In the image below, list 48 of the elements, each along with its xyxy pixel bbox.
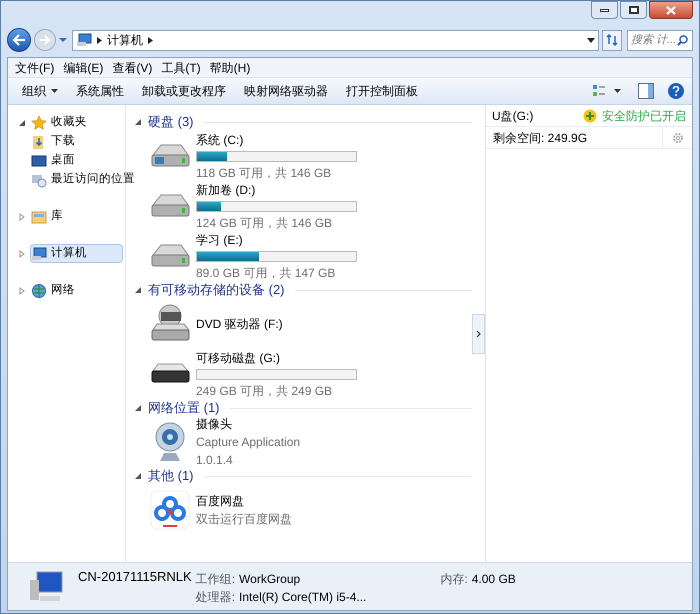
toolbar-button[interactable]: 组织	[16, 80, 64, 102]
item-name[interactable]: 系统 (C:)	[196, 130, 357, 148]
address-path[interactable]: 计算机	[107, 31, 143, 49]
detail-value: Intel(R) Core(TM) i5-4...	[239, 589, 366, 606]
toolbar-button[interactable]: 打开控制面板	[340, 80, 424, 102]
sidebar-item[interactable]: 最近访问的位置	[30, 170, 136, 189]
sidebar-item[interactable]: 库	[30, 207, 123, 226]
menu-item[interactable]: 查看(V)	[109, 58, 156, 76]
item-detail: 124 GB 可用，共 146 GB	[196, 214, 334, 232]
item-detail: 118 GB 可用，共 146 GB	[196, 164, 332, 182]
item-detail: Capture Application	[196, 434, 300, 451]
item-name[interactable]: 摄像头	[196, 415, 300, 433]
detail-value: WorkGroup	[239, 571, 302, 588]
address-bar[interactable]: 计算机	[72, 30, 599, 50]
sidebar-item[interactable]: 网络	[30, 281, 123, 300]
item-name[interactable]: 百度网盘	[196, 492, 292, 510]
item-detail: 89.0 GB 可用，共 147 GB	[196, 264, 336, 282]
group-header[interactable]: 有可移动存储的设备 (2)	[148, 280, 284, 300]
detail-label: 工作组:	[196, 571, 236, 588]
menu-item[interactable]: 帮助(H)	[206, 58, 254, 76]
sidebar-item[interactable]: 下载	[30, 132, 123, 151]
detail-value: 4.00 GB	[472, 571, 516, 588]
toolbar-button[interactable]: 映射网络驱动器	[238, 80, 334, 102]
item-detail: 249 GB 可用，共 249 GB	[196, 382, 334, 400]
item-name[interactable]: 可移动磁盘 (G:)	[196, 348, 357, 366]
protection-status: 安全防护已开启	[602, 108, 686, 124]
group-header[interactable]: 其他 (1)	[148, 466, 194, 486]
item-name[interactable]: 学习 (E:)	[196, 230, 357, 248]
computer-name: CN-20171115RNLK	[78, 568, 192, 586]
group-header[interactable]: 网络位置 (1)	[148, 398, 220, 418]
toolbar-button[interactable]: 系统属性	[70, 80, 130, 102]
detail-label: 内存:	[439, 571, 468, 588]
search-field[interactable]: 搜索 计...	[627, 30, 693, 50]
sidebar-item[interactable]: 收藏夹	[30, 113, 123, 132]
item-name[interactable]: 新加卷 (D:)	[196, 180, 357, 198]
drive-title: U盘(G:)	[492, 108, 534, 124]
item-detail: 1.0.1.4	[196, 452, 234, 469]
menu-item[interactable]: 工具(T)	[158, 58, 204, 76]
detail-label: 处理器:	[196, 589, 236, 606]
menu-item[interactable]: 编辑(E)	[60, 58, 106, 76]
free-space: 剩余空间: 249.9G	[493, 130, 588, 146]
sidebar-item[interactable]: 桌面	[30, 151, 123, 170]
menu-item[interactable]: 文件(F)	[12, 58, 58, 76]
item-name[interactable]: DVD 驱动器 (F:)	[196, 315, 283, 333]
toolbar-button[interactable]: 卸载或更改程序	[136, 80, 232, 102]
group-header[interactable]: 硬盘 (3)	[148, 112, 194, 132]
item-detail: 双击运行百度网盘	[196, 511, 292, 528]
sidebar-item[interactable]: 计算机	[30, 244, 123, 263]
